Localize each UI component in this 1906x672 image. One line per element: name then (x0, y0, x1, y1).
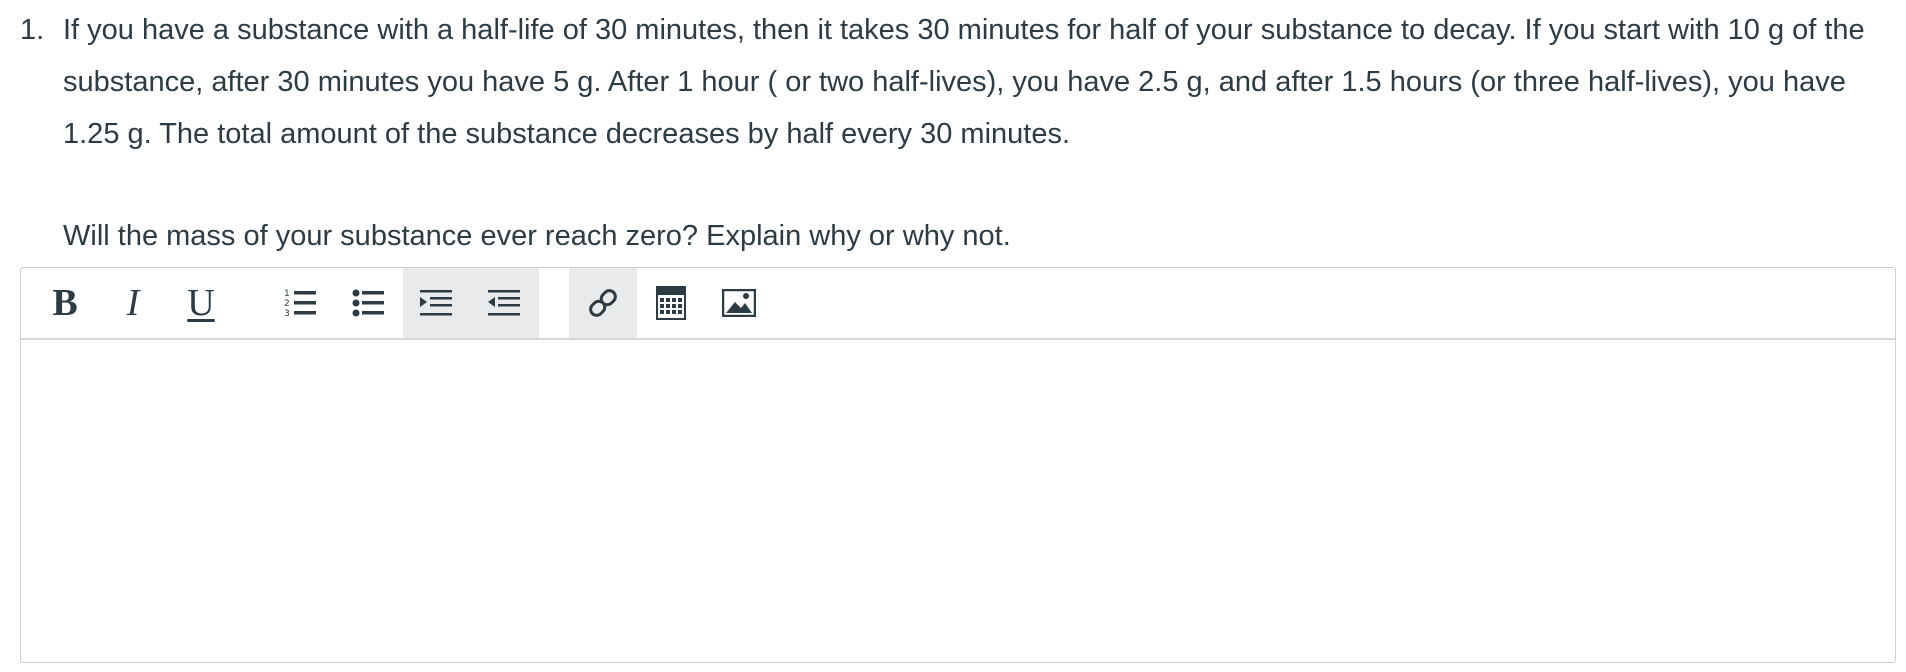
link-icon (589, 289, 617, 317)
underline-label: U (187, 282, 215, 324)
bold-label: B (52, 282, 78, 324)
svg-text:3: 3 (284, 309, 290, 319)
svg-text:2: 2 (284, 299, 290, 309)
question-row: 1. If you have a substance with a half-l… (20, 4, 1890, 160)
italic-label: I (126, 282, 140, 324)
numbered-list-icon: 1 2 3 (284, 289, 316, 319)
image-button[interactable] (705, 268, 773, 338)
indent-button[interactable] (403, 268, 471, 338)
numbered-list-button[interactable]: 1 2 3 (267, 268, 335, 338)
question-number: 1. (20, 14, 45, 46)
italic-button[interactable]: I (99, 268, 167, 338)
rich-text-editor: B I U 1 2 3 (20, 267, 1896, 663)
bullet-list-icon (352, 289, 384, 317)
indent-icon (420, 290, 452, 316)
calculator-icon (656, 286, 686, 320)
bullet-list-button[interactable] (335, 268, 403, 338)
question: 1. If you have a substance with a half-l… (20, 4, 1890, 262)
editor-content-area[interactable] (21, 340, 1895, 662)
bold-button[interactable]: B (31, 268, 99, 338)
calculator-button[interactable] (637, 268, 705, 338)
underline-button[interactable]: U (167, 268, 235, 338)
link-button[interactable] (569, 268, 637, 338)
outdent-icon (488, 290, 520, 316)
outdent-button[interactable] (471, 268, 539, 338)
question-prompt: Will the mass of your substance ever rea… (63, 220, 1011, 252)
image-icon (722, 289, 756, 317)
question-text: If you have a substance with a half-life… (63, 14, 1865, 150)
editor-toolbar: B I U 1 2 3 (21, 268, 1895, 340)
svg-text:1: 1 (284, 289, 290, 299)
